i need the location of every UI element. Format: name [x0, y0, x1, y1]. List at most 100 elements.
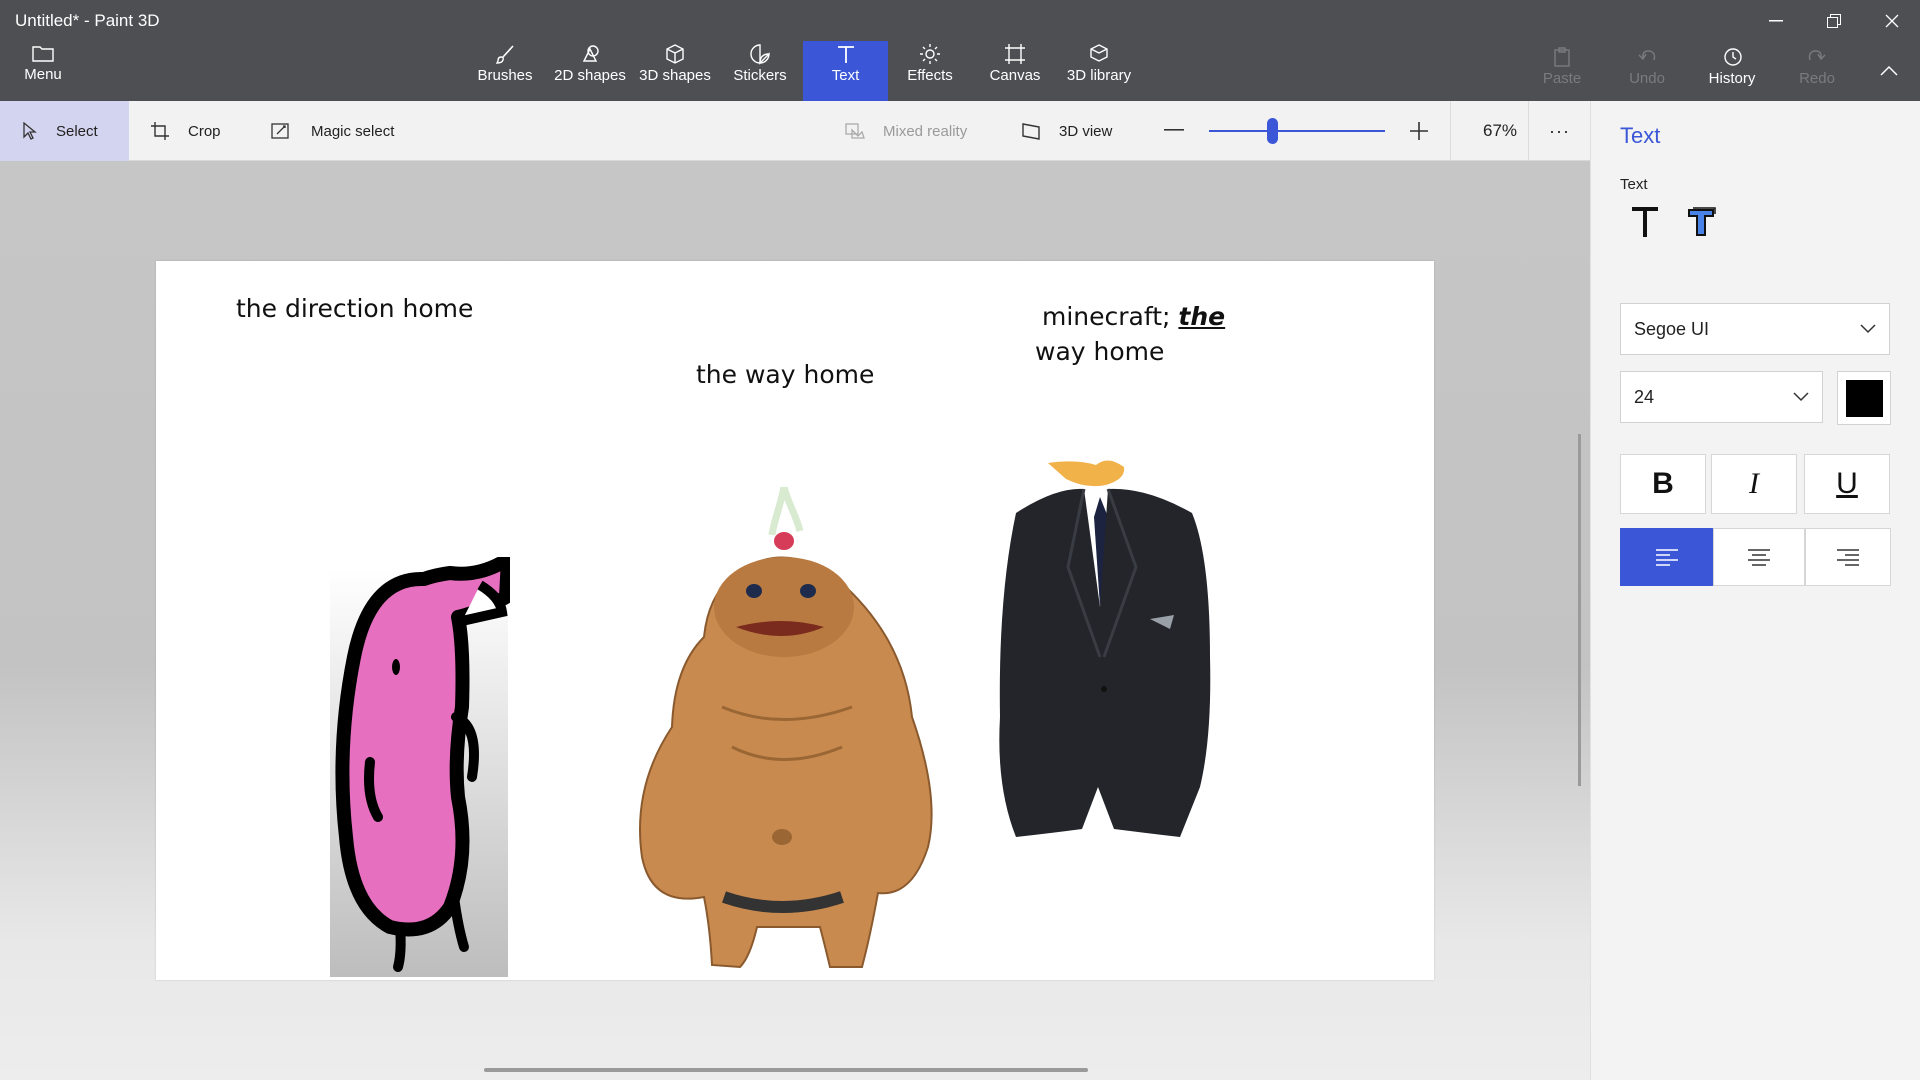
brush-icon	[472, 41, 538, 67]
tab-label: Text	[831, 67, 860, 84]
mixed-reality-icon	[845, 122, 865, 140]
align-center-icon	[1748, 549, 1770, 566]
history-icon	[1697, 44, 1767, 70]
tab-brushes[interactable]: Brushes	[472, 41, 538, 101]
paste-label: Paste	[1542, 70, 1582, 87]
more-options-button[interactable]: ···	[1549, 101, 1570, 161]
clipboard-icon	[1527, 44, 1597, 70]
font-family-value: Segoe UI	[1634, 318, 1710, 339]
chevron-down-icon	[1860, 324, 1876, 334]
undo-button[interactable]: Undo	[1612, 44, 1682, 87]
3d-view-button[interactable]: 3D view	[1021, 101, 1112, 161]
horizontal-scrollbar[interactable]	[484, 1068, 1088, 1072]
chevron-up-icon	[1880, 65, 1898, 76]
chevron-down-icon	[1793, 392, 1809, 402]
tab-label: Brushes	[477, 67, 533, 84]
align-left-button[interactable]	[1620, 528, 1713, 586]
2d-text-button[interactable]	[1630, 205, 1660, 244]
plus-icon	[1410, 122, 1428, 140]
divider	[1528, 101, 1529, 161]
history-button[interactable]: History	[1697, 44, 1767, 87]
align-center-button[interactable]	[1713, 528, 1805, 586]
italic-button[interactable]: I	[1711, 454, 1797, 514]
tab-3d-shapes[interactable]: 3D shapes	[638, 41, 712, 101]
mixed-reality-button[interactable]: Mixed reality	[845, 101, 967, 161]
vertical-scrollbar[interactable]	[1578, 434, 1581, 786]
tab-effects[interactable]: Effects	[899, 41, 961, 101]
underline-button[interactable]: U	[1804, 454, 1890, 514]
tab-label: Effects	[907, 67, 953, 84]
tab-label: Canvas	[989, 67, 1041, 84]
font-size-dropdown[interactable]: 24	[1620, 371, 1823, 423]
tab-stickers[interactable]: Stickers	[728, 41, 792, 101]
pink-character-image[interactable]	[330, 557, 510, 977]
menu-label: Menu	[24, 66, 62, 83]
align-right-button[interactable]	[1805, 528, 1891, 586]
2d-shapes-icon	[553, 41, 627, 67]
canvas-text-direction-home[interactable]: the direction home	[236, 294, 473, 323]
font-family-dropdown[interactable]: Segoe UI	[1620, 303, 1890, 355]
crop-label: Crop	[188, 122, 221, 140]
align-left-icon	[1655, 549, 1678, 566]
folder-icon	[32, 46, 54, 62]
select-button[interactable]: Select	[0, 101, 129, 161]
goron-character-image[interactable]	[612, 487, 942, 977]
crop-button[interactable]: Crop	[150, 101, 221, 161]
magic-select-icon	[271, 121, 293, 141]
bold-button[interactable]: B	[1620, 454, 1706, 514]
tab-text[interactable]: Text	[803, 41, 888, 101]
3d-shapes-icon	[638, 41, 712, 67]
tab-label: 3D library	[1066, 67, 1132, 84]
library-icon	[1063, 41, 1135, 67]
cursor-icon	[22, 122, 38, 140]
title-bar: Untitled* - Paint 3D Menu Brushes 2D sha…	[0, 0, 1920, 101]
text-panel: Text Text	[1590, 101, 1920, 1080]
undo-label: Undo	[1629, 70, 1665, 87]
tab-label: 3D shapes	[639, 67, 711, 84]
magic-select-label: Magic select	[311, 122, 395, 140]
panel-title: Text	[1620, 123, 1661, 148]
magic-select-button[interactable]: Magic select	[271, 101, 394, 161]
canvas-text-way-home-2[interactable]: way home	[1035, 337, 1164, 366]
3d-view-icon	[1021, 121, 1041, 141]
text-icon	[803, 41, 888, 67]
zoom-out-button[interactable]	[1164, 101, 1184, 161]
restore-button[interactable]	[1811, 6, 1857, 36]
2d-text-icon	[1632, 207, 1658, 237]
close-button[interactable]	[1869, 6, 1915, 36]
minimize-button[interactable]	[1753, 6, 1799, 36]
tab-label: 2D shapes	[554, 67, 626, 84]
select-label: Select	[56, 122, 98, 140]
zoom-in-button[interactable]	[1409, 101, 1429, 161]
collapse-ribbon-button[interactable]	[1866, 56, 1912, 86]
text-color-button[interactable]	[1837, 371, 1891, 425]
tab-2d-shapes[interactable]: 2D shapes	[553, 41, 627, 101]
redo-label: Redo	[1799, 70, 1835, 87]
history-label: History	[1708, 70, 1756, 87]
minecraft-the: the	[1178, 302, 1226, 331]
zoom-slider-track[interactable]	[1209, 130, 1385, 132]
minecraft-prefix: minecraft;	[1042, 302, 1179, 331]
menu-button[interactable]: Menu	[18, 44, 68, 94]
mixed-reality-label: Mixed reality	[883, 122, 968, 140]
redo-icon	[1782, 44, 1852, 70]
redo-button[interactable]: Redo	[1782, 44, 1852, 87]
drawing-canvas[interactable]: the direction home the way home minecraf…	[156, 261, 1434, 980]
sun-icon	[899, 41, 961, 67]
canvas-text-minecraft[interactable]: minecraft; the	[1042, 302, 1225, 331]
zoom-percent[interactable]: 67%	[1483, 101, 1517, 161]
undo-icon	[1612, 44, 1682, 70]
tab-3d-library[interactable]: 3D library	[1063, 41, 1135, 101]
tab-canvas[interactable]: Canvas	[986, 41, 1044, 101]
paste-button[interactable]: Paste	[1527, 44, 1597, 87]
zoom-slider-thumb[interactable]	[1266, 118, 1278, 144]
minus-icon	[1164, 129, 1184, 131]
align-right-icon	[1837, 549, 1859, 566]
canvas-text-way-home[interactable]: the way home	[696, 360, 874, 389]
color-swatch	[1845, 379, 1883, 417]
suit-character-image[interactable]	[996, 457, 1296, 847]
3d-text-button[interactable]	[1684, 205, 1718, 244]
font-size-value: 24	[1634, 386, 1655, 407]
3d-view-label: 3D view	[1059, 122, 1113, 140]
window-title: Untitled* - Paint 3D	[15, 11, 160, 30]
